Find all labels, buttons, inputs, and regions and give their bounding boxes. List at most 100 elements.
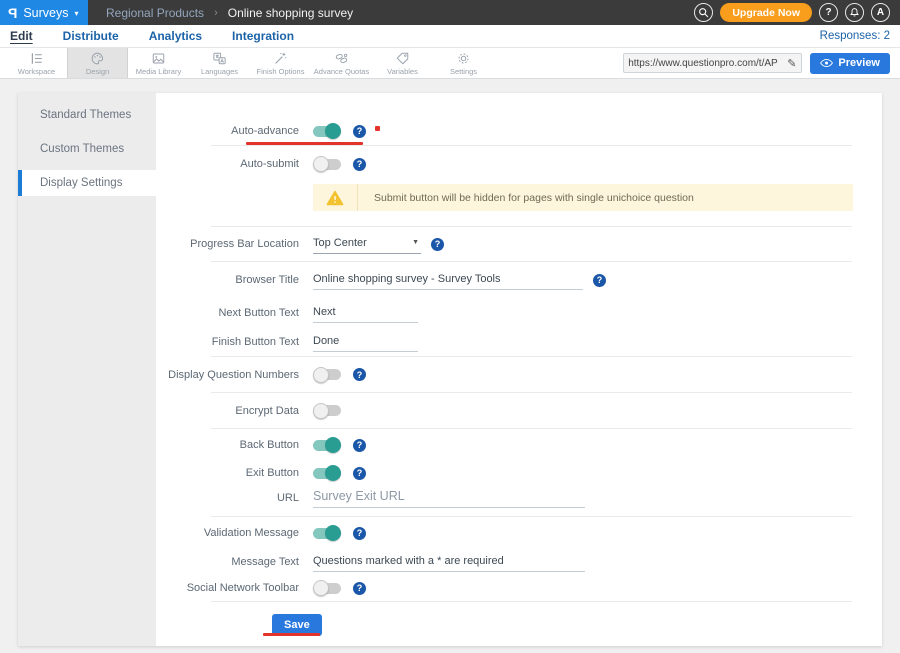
workspace-icon [29,51,44,66]
back-button-row: Back Button ? [156,429,882,461]
avatar[interactable]: A [871,3,890,22]
tool-workspace[interactable]: Workspace [6,48,67,78]
next-button-text-row: Next Button Text [156,298,882,328]
translate-icon [212,51,227,66]
survey-url-input[interactable] [624,58,782,69]
social-network-toolbar-label: Social Network Toolbar [156,582,313,594]
annotation-underline-auto-advance [246,142,363,145]
help-icon[interactable]: ? [353,527,366,540]
back-button-toggle[interactable] [313,440,341,451]
help-icon[interactable]: ? [353,125,366,138]
gear-icon [456,51,471,66]
message-text-input[interactable] [313,553,585,572]
edit-url-icon[interactable]: ✎ [782,57,801,70]
themes-sidebar: Standard Themes Custom Themes Display Se… [18,93,156,646]
display-question-numbers-row: Display Question Numbers ? [156,357,882,392]
auto-submit-toggle[interactable] [313,159,341,170]
validation-message-label: Validation Message [156,527,313,539]
tool-settings[interactable]: Settings [433,48,494,78]
survey-nav: Edit Distribute Analytics Integration Re… [0,25,900,48]
browser-title-input[interactable] [313,271,583,290]
surveys-menu[interactable]: P Surveys ▾ [0,0,88,25]
sidebar-item-custom-themes[interactable]: Custom Themes [18,136,156,162]
palette-icon [90,51,105,66]
help-icon[interactable]: ? [431,238,444,251]
social-network-toolbar-row: Social Network Toolbar ? [156,575,882,601]
top-header: P Surveys ▾ Regional Products › Online s… [0,0,900,25]
tool-variables[interactable]: Variables [372,48,433,78]
message-text-label: Message Text [156,556,313,568]
display-question-numbers-toggle[interactable] [313,369,341,380]
help-icon[interactable]: ? [353,582,366,595]
next-button-text-label: Next Button Text [156,307,313,319]
tool-languages[interactable]: Languages [189,48,250,78]
auto-submit-row: Auto-submit ? [156,146,882,182]
nav-tab-edit[interactable]: Edit [10,29,33,43]
bell-icon [849,7,860,18]
eye-icon [820,58,833,68]
sidebar-item-standard-themes[interactable]: Standard Themes [18,102,156,128]
help-icon[interactable]: ? [353,158,366,171]
search-button[interactable] [694,3,713,22]
exit-button-toggle[interactable] [313,468,341,479]
tool-finish-options[interactable]: Finish Options [250,48,311,78]
chain-links-icon [334,51,349,66]
tool-media-library[interactable]: Media Library [128,48,189,78]
annotation-red-dot [375,126,380,131]
preview-button[interactable]: Preview [810,53,890,74]
help-icon[interactable]: ? [353,439,366,452]
validation-message-toggle[interactable] [313,528,341,539]
nav-tab-integration[interactable]: Integration [232,29,294,43]
encrypt-data-row: Encrypt Data [156,393,882,428]
exit-url-label: URL [156,492,313,504]
finish-button-text-input[interactable] [313,333,418,352]
auto-advance-row: Auto-advance ? [156,117,882,145]
display-settings-panel: Standard Themes Custom Themes Display Se… [18,93,882,646]
social-network-toolbar-toggle[interactable] [313,583,341,594]
exit-url-input[interactable] [313,489,585,508]
selected-value: Top Center [313,237,367,249]
finish-button-text-label: Finish Button Text [156,336,313,348]
upgrade-now-button[interactable]: Upgrade Now [720,3,812,22]
question-icon: ? [825,7,831,18]
help-icon[interactable]: ? [593,274,606,287]
warning-triangle-icon [326,190,344,206]
breadcrumb-parent[interactable]: Regional Products [106,6,204,20]
sidebar-item-display-settings[interactable]: Display Settings [18,170,156,196]
notifications-button[interactable] [845,3,864,22]
tool-advance-quotas[interactable]: Advance Quotas [311,48,372,78]
exit-url-row: URL [156,485,882,511]
validation-message-row: Validation Message ? [156,517,882,549]
auto-advance-toggle[interactable] [313,126,341,137]
toggle-knob [325,123,341,139]
preview-label: Preview [838,57,880,69]
toggle-knob [325,465,341,481]
message-text-row: Message Text [156,549,882,575]
warning-text: Submit button will be hidden for pages w… [358,192,694,204]
help-icon[interactable]: ? [353,467,366,480]
submit-warning-banner: Submit button will be hidden for pages w… [313,184,853,211]
nav-tab-distribute[interactable]: Distribute [63,29,119,43]
progress-bar-location-select[interactable]: Top Center ▼ [313,235,421,254]
help-menu-button[interactable]: ? [819,3,838,22]
finish-button-text-row: Finish Button Text [156,328,882,356]
tag-icon [395,51,410,66]
back-button-label: Back Button [156,439,313,451]
toggle-knob [313,580,329,596]
encrypt-data-toggle[interactable] [313,405,341,416]
next-button-text-input[interactable] [313,304,418,323]
toggle-knob [313,367,329,383]
responses-count[interactable]: Responses: 2 [820,30,890,42]
browser-title-label: Browser Title [156,274,313,286]
help-icon[interactable]: ? [353,368,366,381]
breadcrumb: Regional Products › Online shopping surv… [88,0,694,25]
annotation-underline-save [263,633,320,636]
questionpro-logo: P [8,5,17,21]
auto-advance-label: Auto-advance [156,125,313,137]
survey-url-box: ✎ [623,53,802,73]
tool-design[interactable]: Design [67,48,128,78]
auto-submit-label: Auto-submit [156,158,313,170]
nav-tab-analytics[interactable]: Analytics [149,29,202,43]
exit-button-label: Exit Button [156,467,313,479]
magic-wand-icon [273,51,288,66]
